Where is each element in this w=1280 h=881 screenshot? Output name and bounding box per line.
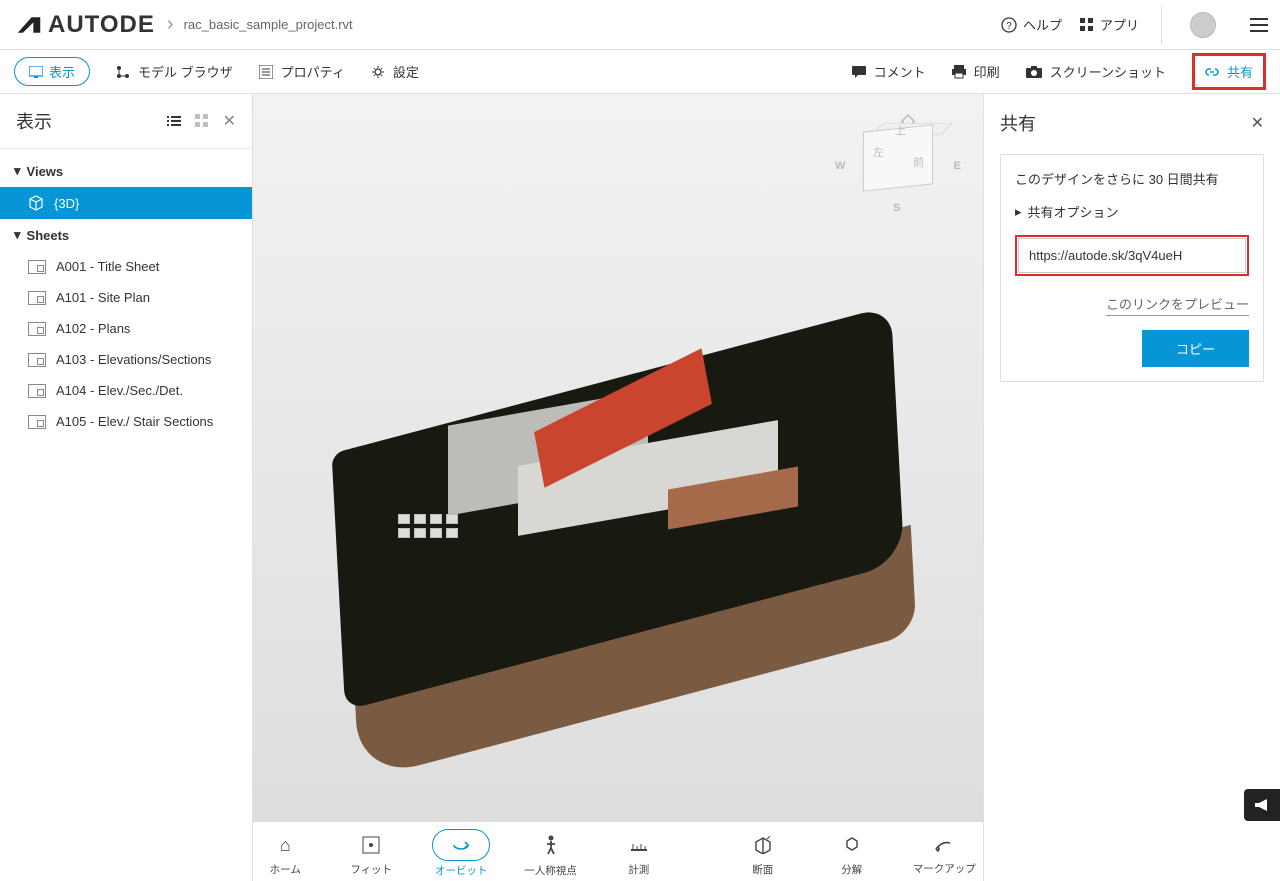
svg-text:?: ? (1006, 21, 1012, 32)
close-icon[interactable]: ✕ (1251, 113, 1264, 133)
close-icon[interactable]: ✕ (223, 111, 236, 131)
tree-icon (116, 65, 130, 79)
viewport-3d[interactable]: 上 左 前 W E S (253, 94, 983, 881)
sheet-icon (28, 415, 46, 429)
link-icon (1205, 65, 1219, 79)
tree-item-3d[interactable]: {3D} (0, 187, 252, 219)
apps-grid-icon (1080, 18, 1094, 32)
model-3d (298, 238, 938, 698)
apps-button[interactable]: アプリ (1080, 15, 1139, 34)
share-subtitle: このデザインをさらに 30 日間共有 (1015, 169, 1249, 188)
model-browser-button[interactable]: モデル ブラウザ (116, 62, 233, 81)
gear-icon (371, 65, 385, 79)
tray-measure[interactable]: 計測 (611, 830, 667, 877)
share-options-toggle[interactable]: ▸ 共有オプション (1015, 202, 1249, 221)
share-title: 共有 (1000, 110, 1251, 136)
breadcrumb[interactable]: › rac_basic_sample_project.rvt (167, 13, 353, 36)
preview-link[interactable]: このリンクをプレビュー (1106, 294, 1249, 316)
person-icon (545, 835, 557, 855)
sheet-icon (28, 353, 46, 367)
megaphone-icon (1253, 797, 1271, 813)
list-icon (259, 65, 273, 79)
ruler-icon (629, 836, 649, 854)
avatar[interactable] (1190, 12, 1216, 38)
print-button[interactable]: 印刷 (952, 62, 1000, 81)
toolbar: 表示 モデル ブラウザ プロパティ 設定 コメント 印刷 スクリーンシ (0, 50, 1280, 94)
tree-item-sheet[interactable]: A104 - Elev./Sec./Det. (0, 375, 252, 406)
share-panel: 共有 ✕ このデザインをさらに 30 日間共有 ▸ 共有オプション このリンクを… (983, 94, 1280, 881)
sidebar: 表示 ✕ ▾ Views {3D} ▾ Sheets A001 - Title … (0, 94, 253, 881)
tray-orbit[interactable]: オービット (432, 829, 490, 878)
brand-text: AUTODE (48, 11, 155, 39)
sheet-icon (28, 322, 46, 336)
help-icon: ? (1001, 17, 1017, 33)
tray-markup[interactable]: マークアップ (913, 831, 976, 876)
tree-group-sheets[interactable]: ▾ Sheets (0, 219, 252, 251)
sidebar-title: 表示 (16, 108, 167, 134)
tray-firstperson[interactable]: 一人称視点 (524, 829, 577, 878)
share-url-wrapper (1015, 235, 1249, 276)
autodesk-icon (16, 14, 42, 36)
breadcrumb-filename: rac_basic_sample_project.rvt (184, 17, 353, 32)
printer-icon (952, 65, 966, 79)
screenshot-button[interactable]: スクリーンショット (1026, 62, 1166, 81)
copy-button[interactable]: コピー (1142, 330, 1249, 367)
comment-icon (852, 65, 866, 79)
settings-button[interactable]: 設定 (371, 62, 419, 81)
feedback-tab[interactable] (1244, 789, 1280, 821)
sheet-icon (28, 291, 46, 305)
top-nav: AUTODE › rac_basic_sample_project.rvt ? … (0, 0, 1280, 50)
grid-view-icon[interactable] (195, 114, 209, 128)
tray-section[interactable]: 断面 (735, 830, 791, 877)
sheet-icon (28, 384, 46, 398)
comments-button[interactable]: コメント (852, 62, 926, 81)
tree-item-sheet[interactable]: A102 - Plans (0, 313, 252, 344)
share-button[interactable]: 共有 (1192, 53, 1266, 90)
viewcube[interactable]: 上 左 前 W E S (833, 114, 963, 214)
fit-icon (362, 836, 380, 854)
bottom-tray: ⌂ホーム フィット オービット 一人称視点 計測 断面 分解 マークアップ (253, 821, 983, 881)
brand-logo[interactable]: AUTODE (16, 11, 155, 39)
menu-icon[interactable] (1246, 14, 1272, 36)
monitor-icon (29, 66, 43, 78)
tree-item-sheet[interactable]: A103 - Elevations/Sections (0, 344, 252, 375)
view-button[interactable]: 表示 (14, 57, 90, 86)
tree-item-sheet[interactable]: A101 - Site Plan (0, 282, 252, 313)
tray-explode[interactable]: 分解 (825, 830, 879, 877)
properties-button[interactable]: プロパティ (259, 62, 345, 81)
brush-icon (934, 837, 954, 853)
list-view-icon[interactable] (167, 114, 181, 128)
home-icon: ⌂ (280, 835, 291, 855)
tray-fit[interactable]: フィット (344, 830, 398, 877)
help-button[interactable]: ? ヘルプ (1001, 15, 1062, 34)
tree-item-sheet[interactable]: A001 - Title Sheet (0, 251, 252, 282)
cube-icon (28, 195, 44, 211)
tray-home[interactable]: ⌂ホーム (260, 830, 310, 877)
chevron-right-icon: › (167, 13, 174, 36)
orbit-icon (451, 836, 471, 854)
camera-icon (1026, 65, 1042, 79)
tree-group-views[interactable]: ▾ Views (0, 155, 252, 187)
tree-item-sheet[interactable]: A105 - Elev./ Stair Sections (0, 406, 252, 437)
share-url-input[interactable] (1018, 238, 1246, 273)
section-icon (753, 836, 773, 854)
explode-icon (843, 836, 861, 854)
sheet-icon (28, 260, 46, 274)
